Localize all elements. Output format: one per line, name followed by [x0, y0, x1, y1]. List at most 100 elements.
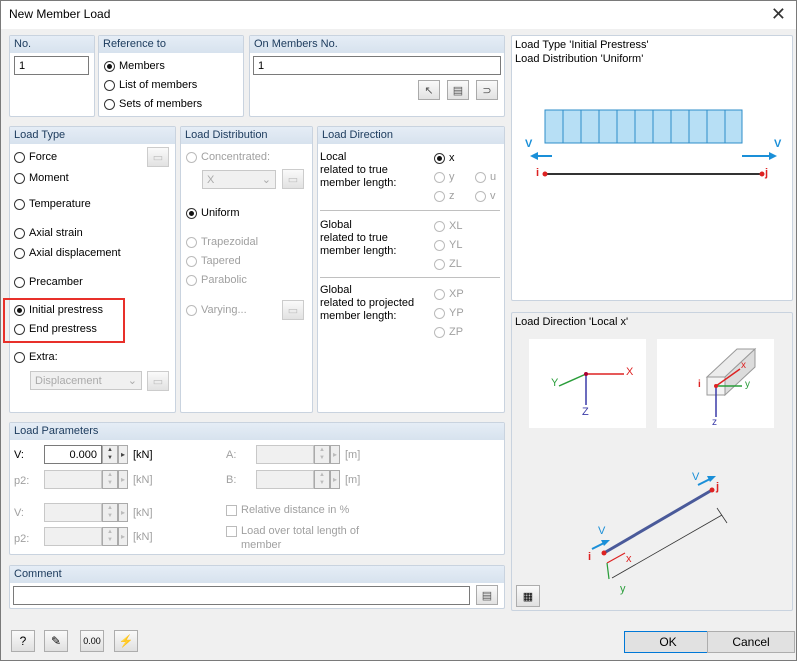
reference-group: Reference to Members List of members Set…: [98, 35, 244, 117]
on-members-input[interactable]: 1: [253, 56, 501, 75]
arrow-right-icon: [742, 152, 777, 160]
axis-x-label: x: [741, 360, 746, 371]
radio-dir-y[interactable]: y: [434, 171, 455, 183]
a-spinner[interactable]: ▲ ▼: [314, 445, 330, 464]
relative-distance-label: Relative distance in %: [241, 504, 350, 516]
p2b-menu-button[interactable]: ▸: [118, 527, 128, 546]
radio-dir-ZP[interactable]: ZP: [434, 326, 463, 338]
radio-moment[interactable]: Moment: [14, 172, 69, 184]
v-menu-button[interactable]: ▸: [118, 445, 128, 464]
radio-list-of-members[interactable]: List of members: [104, 79, 197, 91]
load-over-total-checkbox[interactable]: Load over total length of: [226, 525, 359, 537]
radio-force[interactable]: Force: [14, 151, 57, 163]
spin-down-icon: ▼: [319, 480, 325, 486]
b-input[interactable]: [256, 470, 314, 489]
relative-distance-checkbox[interactable]: Relative distance in %: [226, 504, 349, 516]
v-spinner[interactable]: ▲ ▼: [102, 445, 118, 464]
p2-spinner[interactable]: ▲ ▼: [102, 470, 118, 489]
spin-down-icon: ▼: [107, 480, 113, 486]
comment-library-button[interactable]: ▤: [476, 585, 498, 605]
edit-button[interactable]: ✎: [44, 630, 68, 652]
radio-parabolic[interactable]: Parabolic: [186, 274, 247, 286]
dir-ZP-label: ZP: [449, 326, 464, 338]
radio-axial-strain[interactable]: Axial strain: [14, 227, 83, 239]
p2-input[interactable]: [44, 470, 102, 489]
title-bar: New Member Load ✕: [1, 1, 796, 29]
radio-sets-of-members[interactable]: Sets of members: [104, 98, 202, 110]
radio-trapezoidal[interactable]: Trapezoidal: [186, 236, 258, 248]
arrow-right-icon: ▸: [120, 508, 125, 517]
p2b-spinner[interactable]: ▲ ▼: [102, 527, 118, 546]
v2-menu-button[interactable]: ▸: [118, 503, 128, 522]
v-input[interactable]: 0.000: [44, 445, 102, 464]
p2-menu-button[interactable]: ▸: [118, 470, 128, 489]
b-label: B:: [226, 474, 237, 486]
radio-axial-displacement[interactable]: Axial displacement: [14, 247, 121, 259]
force-edit-button[interactable]: ▭: [147, 147, 169, 167]
radio-members[interactable]: Members: [104, 60, 165, 72]
comment-input[interactable]: [13, 586, 470, 605]
edit-icon: ▭: [152, 151, 164, 164]
radio-dot: [14, 172, 25, 184]
concentrated-edit-button[interactable]: ▭: [282, 169, 304, 189]
radio-list-label: List of members: [119, 79, 198, 91]
radio-dir-XL[interactable]: XL: [434, 220, 462, 232]
axis-z-label: z: [712, 417, 717, 428]
load-parameters-header: Load Parameters: [10, 423, 504, 440]
a-menu-button[interactable]: ▸: [330, 445, 340, 464]
load-wizard-button[interactable]: ⚡: [114, 630, 138, 652]
radio-dir-XP[interactable]: XP: [434, 288, 464, 300]
ok-button[interactable]: OK: [624, 631, 712, 653]
select-members-button[interactable]: ▤: [447, 80, 469, 100]
extra-edit-button[interactable]: ▭: [147, 371, 169, 391]
v2-spinner[interactable]: ▲ ▼: [102, 503, 118, 522]
help-button[interactable]: ?: [11, 630, 35, 652]
radio-temperature[interactable]: Temperature: [14, 198, 91, 210]
global-true-label: Global related to true member length:: [320, 219, 397, 257]
radio-dir-v[interactable]: v: [475, 190, 496, 202]
pick-member-button[interactable]: ↖: [418, 80, 440, 100]
axis-X-label: X: [626, 366, 634, 378]
radio-precamber[interactable]: Precamber: [14, 276, 83, 288]
parabolic-label: Parabolic: [201, 274, 247, 286]
axis-Y-label: Y: [551, 377, 559, 389]
spin-up-icon: ▲: [107, 472, 113, 478]
radio-dot: [14, 276, 25, 288]
radio-dir-YP[interactable]: YP: [434, 307, 464, 319]
radio-concentrated[interactable]: Concentrated:: [186, 151, 270, 163]
no-input[interactable]: 1: [14, 56, 89, 75]
checkbox-box: [226, 504, 237, 516]
arrow-right-icon: ▸: [332, 475, 337, 484]
close-icon[interactable]: ✕: [771, 4, 786, 25]
radio-dot: [434, 258, 445, 270]
b-menu-button[interactable]: ▸: [330, 470, 340, 489]
radio-dir-YL[interactable]: YL: [434, 239, 462, 251]
radio-dir-z[interactable]: z: [434, 190, 455, 202]
varying-edit-button[interactable]: ▭: [282, 300, 304, 320]
load-direction-header: Load Direction: [318, 127, 504, 144]
local-axes-diagram: [705, 347, 757, 417]
concentrated-label: Concentrated:: [201, 151, 271, 163]
zero-values-button[interactable]: 0.00: [80, 630, 104, 652]
radio-dir-u[interactable]: u: [475, 171, 496, 183]
radio-tapered[interactable]: Tapered: [186, 255, 241, 267]
v2-input[interactable]: [44, 503, 102, 522]
radio-dir-x[interactable]: x: [434, 152, 455, 164]
concentrated-select[interactable]: X ⌄: [202, 170, 276, 189]
on-members-header: On Members No.: [250, 36, 504, 53]
radio-dot: [186, 304, 197, 316]
radio-varying[interactable]: Varying...: [186, 304, 247, 316]
member-list-button[interactable]: ⊃: [476, 80, 498, 100]
b-spinner[interactable]: ▲ ▼: [314, 470, 330, 489]
radio-extra[interactable]: Extra:: [14, 351, 58, 363]
radio-dir-ZL[interactable]: ZL: [434, 258, 462, 270]
arrow-right-icon: ▸: [120, 450, 125, 459]
p2b-input[interactable]: [44, 527, 102, 546]
radio-uniform[interactable]: Uniform: [186, 207, 240, 219]
cancel-button[interactable]: Cancel: [707, 631, 795, 653]
view-options-button[interactable]: ▦: [516, 585, 540, 607]
a-input[interactable]: [256, 445, 314, 464]
chevron-down-icon: ⌄: [261, 174, 271, 186]
edit-icon: ▭: [287, 173, 299, 186]
extra-select[interactable]: Displacement ⌄: [30, 371, 142, 390]
